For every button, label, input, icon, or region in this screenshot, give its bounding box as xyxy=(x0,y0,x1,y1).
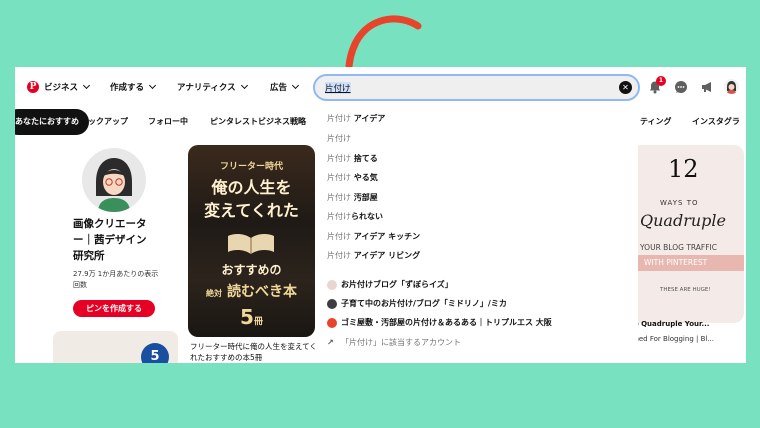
pin-card-partial[interactable]: 5 xyxy=(53,331,178,363)
nav-analytics-label: アナリティクス xyxy=(177,83,236,93)
nav-business-label: ビジネス xyxy=(44,83,79,93)
account-avatar-icon xyxy=(327,279,337,290)
chevron-down-icon xyxy=(291,81,300,90)
suggestion-item[interactable]: 片付け アイデア xyxy=(327,113,385,124)
woman-illustration-icon xyxy=(96,158,132,212)
suggestion-completion: アイデア xyxy=(351,114,386,123)
suggestion-prefix: 片付け xyxy=(327,134,351,143)
book-number-unit: 冊 xyxy=(253,317,263,327)
suggestion-completion: 汚部屋 xyxy=(351,193,378,202)
tab-pinterest-business[interactable]: ピンタレストビジネス戦略 xyxy=(210,116,306,127)
tab-marketing[interactable]: ティング xyxy=(640,116,672,127)
book-number-value: 5 xyxy=(240,305,254,329)
suggestion-item[interactable]: 片付け やる気 xyxy=(327,172,378,183)
book-line-5a: 絶対 xyxy=(205,289,222,298)
nav-create[interactable]: 作成する xyxy=(110,81,157,93)
suggestion-completion: アイデア キッチン xyxy=(351,232,421,241)
book-line-4: おすすめの xyxy=(221,263,282,277)
pin-line-3: THESE ARE HUGE! xyxy=(660,287,711,293)
create-pin-button[interactable]: ピンを作成する xyxy=(73,300,155,317)
pinterest-window: P ビジネス 作成する アナリティクス 広告 片付け ✕ 1 あなたにおすすめ … xyxy=(15,67,746,363)
megaphone-icon[interactable] xyxy=(700,80,714,94)
notification-badge: 1 xyxy=(656,76,666,86)
account-name: 子育て中のお片付け/ブログ「ミドリノ」/ミカ xyxy=(341,299,507,308)
suggestion-completion: やる気 xyxy=(351,173,378,182)
suggestion-prefix: 片付け xyxy=(327,232,351,241)
chevron-down-icon xyxy=(148,81,157,90)
messages-icon[interactable] xyxy=(674,80,688,94)
pin-number: 12 xyxy=(668,155,699,183)
account-suggestion[interactable]: 子育て中のお片付け/ブログ「ミドリノ」/ミカ xyxy=(327,298,507,309)
chevron-down-icon xyxy=(240,81,248,90)
suggestion-completion: アイデア リビング xyxy=(351,251,421,260)
book-line-5: 絶対 読むべき本 xyxy=(196,281,307,301)
pin-script-text: Quadruple xyxy=(640,211,726,230)
account-name: お片付けブログ「ずぼらイズ」 xyxy=(341,280,453,289)
pin-line-1: YOUR BLOG TRAFFIC xyxy=(640,243,718,252)
chevron-down-icon xyxy=(82,81,91,90)
suggestion-prefix: 片付け xyxy=(327,154,351,163)
suggestion-item[interactable]: 片付け 捨てる xyxy=(327,153,378,164)
search-suggestions-dropdown: 片付け アイデア 片付け 片付け 捨てる 片付け やる気 片付け 汚部屋 片付け… xyxy=(317,105,638,363)
account-search-label: 「片付け」に該当するアカウント xyxy=(341,338,461,347)
search-query-text: 片付け xyxy=(325,82,351,94)
account-search-link[interactable]: ↗ 「片付け」に該当するアカウント xyxy=(327,337,461,348)
nav-analytics[interactable]: アナリティクス xyxy=(177,81,248,93)
tab-pickup[interactable]: ピックアップ xyxy=(80,116,128,127)
arrow-up-right-icon: ↗ xyxy=(327,338,334,347)
nav-ads[interactable]: 広告 xyxy=(270,81,300,93)
pin-line-2: WITH PINTEREST xyxy=(644,258,708,267)
tab-following[interactable]: フォロー中 xyxy=(148,116,188,127)
suggestion-item[interactable]: 片付けられない xyxy=(327,211,383,222)
nav-create-label: 作成する xyxy=(110,83,145,93)
profile-name[interactable]: 画像クリエーター｜茜デザイン研究所 xyxy=(73,216,153,264)
open-book-icon xyxy=(228,233,274,254)
profile-stats: 27.9万 1か月あたりの表示回数 xyxy=(73,270,159,289)
pin-number-badge: 5 xyxy=(141,343,169,363)
suggestion-prefix: 片付け xyxy=(327,212,351,221)
account-suggestion[interactable]: ゴミ屋敷・汚部屋の片付け＆あるある｜トリプルエス 大阪 xyxy=(327,317,552,328)
book-line-1: フリーター時代 xyxy=(219,162,283,172)
book-pin-caption[interactable]: フリーター時代に俺の人生を変えてくれたおすすめの本5冊 xyxy=(190,341,320,363)
tab-for-you[interactable]: あなたにおすすめ xyxy=(15,109,89,135)
suggestion-prefix: 片付け xyxy=(327,173,351,182)
account-suggestion[interactable]: お片付けブログ「ずぼらイズ」 xyxy=(327,279,453,290)
suggestion-prefix: 片付け xyxy=(327,114,351,123)
book-pin-image[interactable]: フリーター時代 俺の人生を 変えてくれた おすすめの 絶対 読むべき本 5冊 xyxy=(188,145,315,337)
book-number: 5冊 xyxy=(188,305,315,329)
account-avatar-icon xyxy=(327,298,337,309)
nav-ads-label: 広告 xyxy=(270,83,288,93)
tab-instagram[interactable]: インスタグラ xyxy=(692,116,740,127)
right-pin-caption[interactable]: To Quadruple Your... xyxy=(630,320,709,328)
pinterest-logo-icon[interactable]: P xyxy=(27,81,39,93)
search-input[interactable]: 片付け ✕ xyxy=(313,74,640,101)
account-avatar-icon xyxy=(327,317,337,328)
blog-traffic-pin-image[interactable]: 12 WAYS TO Quadruple YOUR BLOG TRAFFIC W… xyxy=(630,145,744,323)
pin-ways-text: WAYS TO xyxy=(660,199,699,207)
suggestion-item[interactable]: 片付け 汚部屋 xyxy=(327,192,378,203)
suggestion-prefix: 片付け xyxy=(327,251,351,260)
header-bar: P ビジネス 作成する アナリティクス 広告 片付け ✕ 1 xyxy=(15,67,746,107)
avatar-illustration-icon xyxy=(727,81,736,94)
suggestion-prefix: 片付け xyxy=(327,193,351,202)
book-line-2: 俺の人生を xyxy=(211,178,292,197)
profile-avatar[interactable] xyxy=(82,148,146,212)
account-name: ゴミ屋敷・汚部屋の片付け＆あるある｜トリプルエス 大阪 xyxy=(341,318,552,327)
right-pin-subcaption: gned For Blogging | Bl... xyxy=(630,335,714,343)
suggestion-item[interactable]: 片付け xyxy=(327,133,351,144)
suggestion-completion: られない xyxy=(351,212,383,221)
suggestion-item[interactable]: 片付け アイデア キッチン xyxy=(327,231,420,242)
avatar[interactable] xyxy=(724,79,739,94)
clear-search-icon[interactable]: ✕ xyxy=(619,81,632,94)
suggestion-item[interactable]: 片付け アイデア リビング xyxy=(327,250,420,261)
suggestion-completion: 捨てる xyxy=(351,154,378,163)
book-line-3: 変えてくれた xyxy=(204,201,299,220)
book-line-6: 読むべき本 xyxy=(227,284,298,300)
nav-business[interactable]: ビジネス xyxy=(44,81,91,93)
